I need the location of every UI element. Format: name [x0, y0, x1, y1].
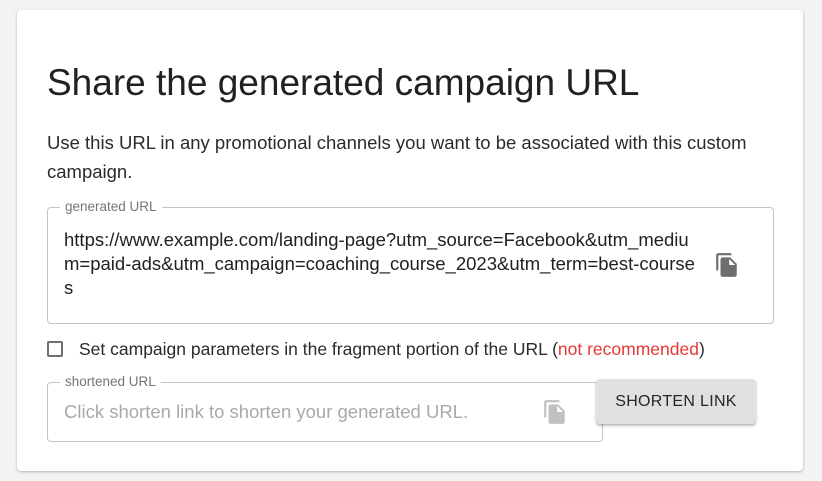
shortened-url-field[interactable]: shortened URL Click shorten link to shor…	[47, 374, 603, 442]
copy-shortened-url-button[interactable]	[538, 395, 572, 429]
fragment-checkbox[interactable]	[47, 341, 63, 357]
shortened-url-placeholder: Click shorten link to shorten your gener…	[64, 401, 469, 422]
description-text: Use this URL in any promotional channels…	[47, 132, 747, 182]
generated-url-label: generated URL	[60, 199, 162, 215]
copy-icon	[716, 253, 737, 277]
fragment-option-row[interactable]: Set campaign parameters in the fragment …	[47, 338, 705, 360]
generated-url-field[interactable]: generated URL https://www.example.com/la…	[47, 199, 774, 324]
not-recommended-warning: not recommended	[557, 338, 699, 359]
generated-url-value[interactable]: https://www.example.com/landing-page?utm…	[64, 228, 696, 300]
copy-icon	[544, 400, 565, 424]
fragment-option-label: Set campaign parameters in the fragment …	[79, 338, 705, 359]
shorten-link-button[interactable]: SHORTEN LINK	[596, 379, 756, 424]
page-title: Share the generated campaign URL	[47, 62, 640, 103]
shortened-url-label: shortened URL	[60, 374, 161, 390]
copy-generated-url-button[interactable]	[710, 248, 744, 282]
